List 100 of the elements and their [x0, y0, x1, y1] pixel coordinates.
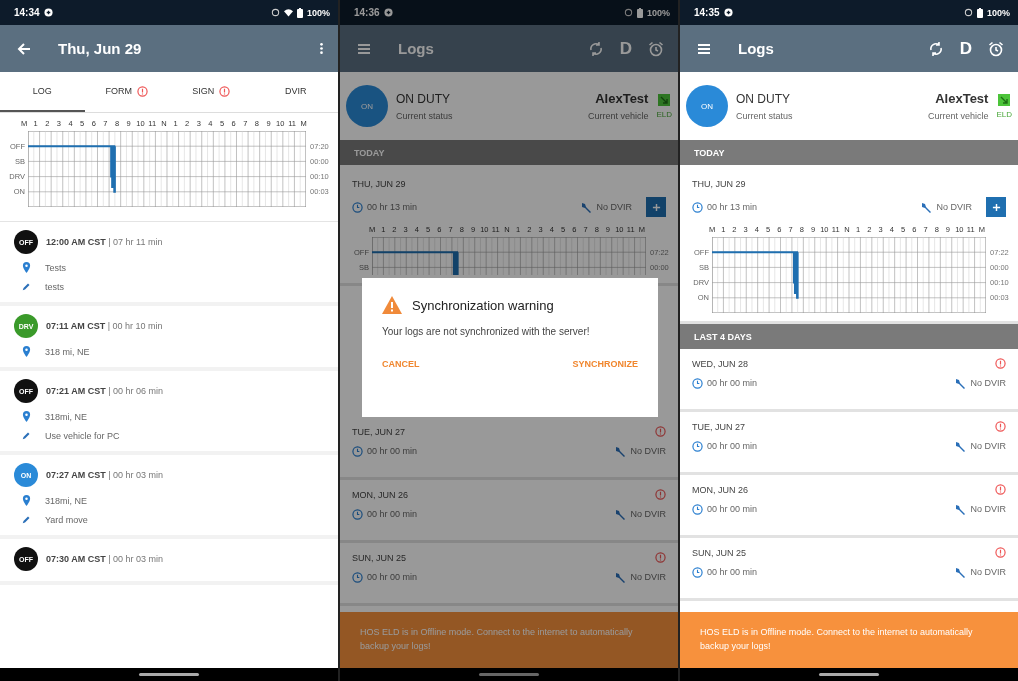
battery-icon [636, 7, 643, 18]
wrench-icon [954, 566, 967, 578]
status-badge: ON [346, 85, 388, 127]
section-header: LAST 4 DAYS [680, 324, 1018, 349]
eld-label: ELD [656, 109, 672, 119]
clock-icon [692, 377, 703, 389]
driver-button[interactable]: D [951, 34, 980, 63]
event-detail: Tests [45, 262, 66, 273]
section-header: TODAY [340, 140, 678, 165]
eld-connection-icon [998, 93, 1011, 106]
wrench-icon [580, 201, 593, 213]
dvir-status: No DVIR [970, 378, 1006, 388]
plus-icon [991, 202, 1001, 212]
more-icon [319, 41, 324, 56]
log-duration: 00 hr 00 min [367, 446, 418, 456]
pencil-icon [22, 514, 31, 525]
event-time: 07:21 AM CST | 00 hr 06 min [46, 386, 164, 396]
status-caption: Current status [396, 110, 453, 121]
wrench-icon [954, 503, 967, 515]
clock-icon [692, 201, 703, 213]
log-duration: 00 hr 13 min [367, 202, 418, 212]
clock-icon [692, 566, 703, 578]
clock-icon [352, 571, 363, 583]
day-log-row[interactable]: SUN, JUN 25 00 hr 00 min No DVIR [680, 538, 1018, 601]
vehicle-caption: Current vehicle [587, 111, 649, 121]
battery-icon [976, 7, 983, 18]
app-notification-icon [43, 8, 53, 17]
day-log-row[interactable]: MON, JUN 26 00 hr 00 min No DVIR [340, 480, 678, 543]
battery-icon [296, 7, 303, 18]
eld-connection-icon [658, 93, 671, 106]
log-duration: 00 hr 00 min [707, 504, 758, 514]
wrench-icon [614, 571, 627, 583]
wrench-icon [954, 377, 967, 389]
dvir-status: No DVIR [970, 441, 1006, 451]
eld-label: ELD [996, 109, 1012, 119]
app-notification-icon [383, 8, 393, 17]
event-detail: 318mi, NE [45, 495, 88, 506]
pencil-icon [22, 281, 31, 292]
event-detail: Yard move [45, 514, 88, 525]
log-date: THU, JUN 29 [692, 179, 747, 189]
clock-icon [352, 508, 363, 520]
alarm-clock-icon [988, 40, 1004, 57]
clock-icon [352, 445, 363, 457]
duty-status: ON DUTY [396, 91, 451, 106]
log-duration: 00 hr 13 min [707, 202, 758, 212]
add-button[interactable] [646, 197, 666, 217]
log-duration: 00 hr 00 min [367, 509, 418, 519]
warning-icon [382, 296, 402, 314]
event-detail: Use vehicle for PC [45, 430, 120, 441]
clock-icon [692, 440, 703, 452]
dvir-status: No DVIR [630, 509, 666, 519]
dvir-status: No DVIR [970, 567, 1006, 577]
wrench-icon [614, 508, 627, 520]
log-date: SUN, JUN 25 [692, 547, 746, 558]
section-header: TODAY [680, 140, 1018, 165]
dvir-status: No DVIR [936, 202, 972, 212]
driver-button[interactable]: D [611, 34, 640, 63]
clock-icon [352, 201, 363, 213]
location-pin-icon [22, 411, 31, 422]
status-caption: Current status [736, 110, 793, 121]
battery-percent: 100% [306, 7, 330, 18]
battery-percent: 100% [646, 7, 670, 18]
log-duration: 00 hr 00 min [707, 378, 758, 388]
status-time: 14:36 [354, 7, 380, 18]
rotate-icon [623, 8, 633, 17]
event-detail: 318 mi, NE [45, 346, 90, 357]
day-log-row[interactable]: WED, JUN 28 00 hr 00 min No DVIR [680, 349, 1018, 412]
vehicle-caption: Current vehicle [927, 111, 989, 121]
status-badge: ON [686, 85, 728, 127]
wrench-icon [614, 445, 627, 457]
dialog-title: Synchronization warning [412, 297, 554, 313]
log-date: TUE, JUN 27 [352, 426, 405, 437]
dvir-status: No DVIR [970, 504, 1006, 514]
status-time: 14:35 [694, 7, 720, 18]
offline-banner: HOS ELD is in Offline mode. Connect to the internet to automatically backup your logs! [340, 612, 678, 668]
offline-banner: HOS ELD is in Offline mode. Connect to the internet to automatically backup your logs! [680, 612, 1018, 668]
screen-title: Logs [398, 40, 434, 57]
wifi-icon [283, 8, 293, 17]
event-time: 07:30 AM CST | 00 hr 03 min [46, 554, 164, 564]
location-pin-icon [22, 262, 31, 273]
vehicle-name: AlexTest [935, 91, 989, 106]
day-log-row[interactable]: MON, JUN 26 00 hr 00 min No DVIR [680, 475, 1018, 538]
log-duration: 00 hr 00 min [707, 567, 758, 577]
pencil-icon [22, 430, 31, 441]
event-time: 07:11 AM CST | 00 hr 10 min [46, 321, 163, 331]
event-detail: 318mi, NE [45, 411, 88, 422]
log-duration: 00 hr 00 min [367, 572, 418, 582]
day-log-row[interactable]: TUE, JUN 27 00 hr 00 min No DVIR [680, 412, 1018, 475]
rotate-icon [963, 8, 973, 17]
log-date: THU, JUN 29 [352, 179, 407, 189]
dvir-status: No DVIR [596, 202, 632, 212]
clock-icon [692, 503, 703, 515]
vehicle-name: AlexTest [595, 91, 649, 106]
day-log-row[interactable]: SUN, JUN 25 00 hr 00 min No DVIR [340, 543, 678, 606]
add-button[interactable] [986, 197, 1006, 217]
rotate-icon [270, 8, 280, 17]
back-arrow-icon [16, 40, 32, 57]
location-pin-icon [22, 495, 31, 506]
event-detail: tests [45, 281, 64, 292]
dialog-message: Your logs are not synchronized with the server! [382, 325, 591, 339]
